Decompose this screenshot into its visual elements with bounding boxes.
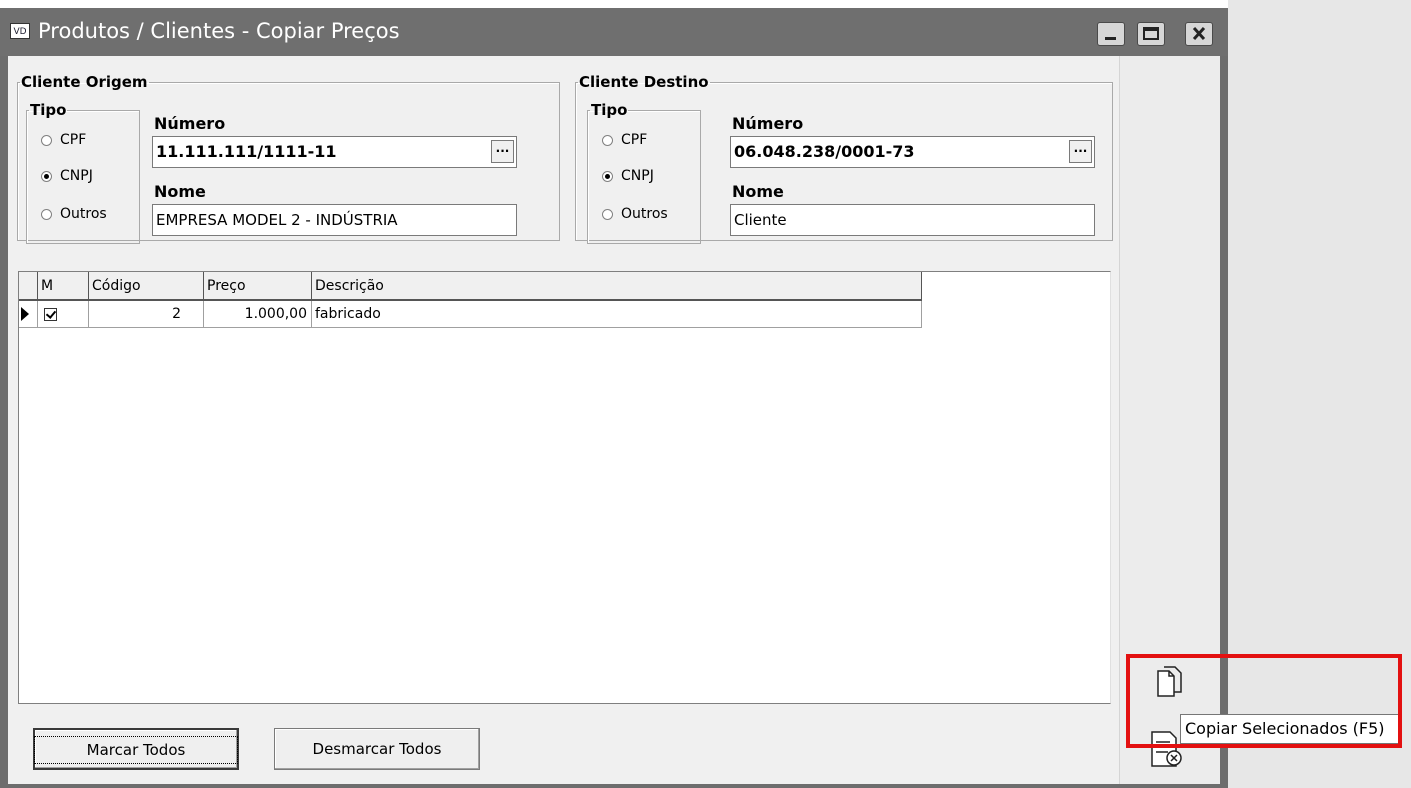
products-grid[interactable]: M Código Preço Descrição 2 1.000,00 fabr… [18, 271, 1111, 704]
origem-nome-input[interactable]: EMPRESA MODEL 2 - INDÚSTRIA [152, 204, 517, 236]
grid-header-indicator [19, 272, 38, 301]
app-icon: VD [10, 23, 30, 39]
grid-header-descricao[interactable]: Descrição [312, 272, 922, 301]
radio-icon [602, 134, 613, 146]
origem-tipo-legend: Tipo [30, 101, 67, 119]
main-window: VD Produtos / Clientes - Copiar Preços C… [0, 8, 1228, 788]
window-client-area: Cliente Origem Tipo CPF CNPJ Outros Núme… [8, 56, 1220, 784]
destino-nome-input[interactable]: Cliente [730, 204, 1095, 236]
table-row-preco[interactable]: 1.000,00 [204, 301, 312, 328]
radio-label: CPF [60, 132, 87, 148]
row-indicator[interactable] [19, 301, 38, 328]
title-bar[interactable]: VD Produtos / Clientes - Copiar Preços [0, 8, 1228, 56]
highlight-annotation [1126, 654, 1402, 748]
table-row-descricao[interactable]: fabricado [312, 301, 922, 328]
radio-icon [41, 208, 52, 220]
radio-label: Outros [60, 206, 107, 222]
radio-label: CPF [621, 132, 648, 148]
minimize-icon [1105, 37, 1116, 40]
origem-tipo-group: Tipo CPF CNPJ Outros [26, 102, 140, 244]
radio-label: CNPJ [621, 168, 654, 184]
origem-radio-cpf[interactable]: CPF [41, 132, 86, 148]
radio-icon [41, 134, 52, 146]
table-row-codigo[interactable]: 2 [89, 301, 204, 328]
radio-selected-icon [602, 170, 613, 182]
destino-tipo-legend: Tipo [591, 101, 628, 119]
checkbox-checked-icon[interactable] [44, 307, 57, 321]
radio-selected-icon [41, 170, 52, 182]
destino-radio-outros[interactable]: Outros [602, 206, 668, 222]
radio-label: CNPJ [60, 168, 93, 184]
destino-lookup-button[interactable]: ... [1069, 140, 1092, 163]
origem-numero-value: 11.111.111/1111-11 [156, 142, 337, 161]
minimize-button[interactable] [1097, 22, 1125, 46]
origem-radio-cnpj[interactable]: CNPJ [41, 168, 93, 184]
origem-nome-label: Nome [154, 182, 206, 201]
current-row-arrow-icon [21, 307, 29, 321]
maximize-button[interactable] [1137, 22, 1165, 46]
radio-label: Outros [621, 206, 668, 222]
cliente-origem-group: Cliente Origem Tipo CPF CNPJ Outros Núme… [17, 73, 560, 244]
grid-header-m[interactable]: M [38, 272, 89, 301]
window-title: Produtos / Clientes - Copiar Preços [38, 19, 400, 43]
origem-numero-label: Número [154, 114, 226, 133]
marcar-todos-button[interactable]: Marcar Todos [33, 728, 239, 770]
close-icon [1192, 26, 1206, 41]
cliente-destino-legend: Cliente Destino [579, 73, 709, 91]
destino-numero-input[interactable]: 06.048.238/0001-73 ... [730, 136, 1095, 168]
origem-radio-outros[interactable]: Outros [41, 206, 107, 222]
maximize-icon [1143, 27, 1159, 40]
destino-radio-cpf[interactable]: CPF [602, 132, 647, 148]
origem-lookup-button[interactable]: ... [491, 140, 514, 163]
cliente-destino-group: Cliente Destino Tipo CPF CNPJ Outros Núm… [575, 73, 1113, 244]
cliente-origem-legend: Cliente Origem [21, 73, 148, 91]
destino-radio-cnpj[interactable]: CNPJ [602, 168, 654, 184]
destino-numero-label: Número [732, 114, 804, 133]
destino-nome-label: Nome [732, 182, 784, 201]
marcar-todos-label: Marcar Todos [33, 736, 239, 764]
desmarcar-todos-button[interactable]: Desmarcar Todos [274, 728, 480, 770]
destino-numero-value: 06.048.238/0001-73 [734, 142, 915, 161]
close-button[interactable] [1185, 22, 1213, 46]
table-row-mark-cell[interactable] [38, 301, 89, 328]
radio-icon [602, 208, 613, 220]
origem-numero-input[interactable]: 11.111.111/1111-11 ... [152, 136, 517, 168]
grid-header-codigo[interactable]: Código [89, 272, 204, 301]
grid-header-preco[interactable]: Preço [204, 272, 312, 301]
destino-tipo-group: Tipo CPF CNPJ Outros [587, 102, 701, 244]
